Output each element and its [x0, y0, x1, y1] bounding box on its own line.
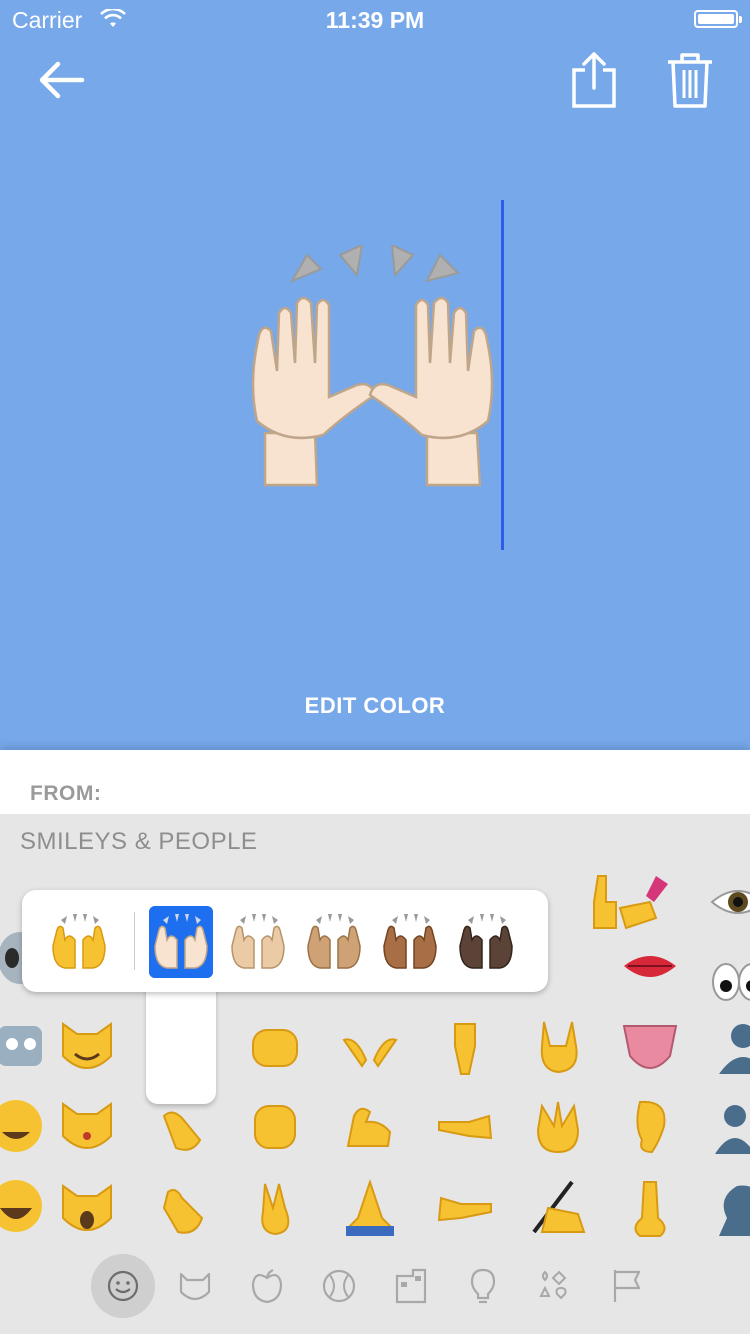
clapping-hands-emoji[interactable] [152, 1096, 212, 1156]
edit-color-button[interactable]: EDIT COLOR [0, 693, 750, 719]
smiley-icon[interactable] [91, 1254, 155, 1318]
variant-medium-light[interactable] [226, 906, 290, 978]
busts-silhouette-emoji[interactable] [713, 1096, 750, 1156]
kissing-cat-emoji[interactable] [57, 1096, 117, 1156]
category-title: SMILEYS & PEOPLE [20, 828, 258, 855]
open-hands-emoji[interactable] [340, 1016, 400, 1076]
pointing-left-emoji[interactable] [435, 1096, 495, 1156]
share-icon[interactable] [568, 50, 620, 110]
status-bar: Carrier 11:39 PM [0, 0, 750, 40]
robot-emoji[interactable] [0, 1016, 50, 1076]
variant-default[interactable] [47, 906, 111, 978]
writing-hand-emoji[interactable] [528, 1178, 588, 1238]
variant-dark[interactable] [454, 906, 518, 978]
nose-emoji[interactable] [620, 1178, 680, 1238]
mouth-emoji[interactable] [620, 936, 680, 996]
raising-hands-emoji [251, 245, 494, 487]
pointing-down-emoji[interactable] [435, 1016, 495, 1076]
folded-hands-emoji[interactable] [340, 1178, 400, 1238]
victory-hand-emoji[interactable] [245, 1178, 305, 1238]
ball-icon[interactable] [307, 1254, 371, 1318]
cat-icon[interactable] [163, 1254, 227, 1318]
vulcan-salute-emoji[interactable] [528, 1096, 588, 1156]
grinning-face-emoji[interactable] [0, 1096, 46, 1156]
from-label: FROM: [30, 782, 102, 805]
flexed-biceps-emoji[interactable] [340, 1096, 400, 1156]
from-row[interactable]: FROM: [0, 750, 750, 814]
flag-icon[interactable] [595, 1254, 659, 1318]
category-tabbar [0, 1254, 750, 1334]
emoji-preview-panel: Carrier 11:39 PM EDIT COLOR [0, 0, 750, 750]
weary-cat-emoji[interactable] [57, 1178, 117, 1238]
fist-emoji[interactable] [245, 1016, 305, 1076]
ear-emoji[interactable] [620, 1096, 680, 1156]
pointing-right-emoji[interactable] [435, 1178, 495, 1238]
pointing-up-emoji[interactable] [576, 872, 636, 932]
battery-icon [694, 10, 742, 28]
speaking-head-emoji[interactable] [713, 1178, 750, 1238]
text-cursor [501, 200, 504, 550]
sign-of-horns-emoji[interactable] [528, 1016, 588, 1076]
bust-silhouette-emoji[interactable] [713, 1016, 750, 1076]
arrow-left-icon[interactable] [34, 56, 88, 104]
trash-icon[interactable] [664, 50, 716, 110]
grinning-cat-emoji[interactable] [57, 1016, 117, 1076]
popup-divider [134, 912, 135, 970]
eye-emoji[interactable] [708, 872, 750, 932]
symbols-icon[interactable] [523, 1254, 587, 1318]
variant-medium[interactable] [302, 906, 366, 978]
eyes-emoji[interactable] [708, 952, 750, 1012]
apple-icon[interactable] [235, 1254, 299, 1318]
raised-fist-emoji[interactable] [245, 1096, 305, 1156]
variant-medium-dark[interactable] [378, 906, 442, 978]
skin-tone-popup-stem [146, 980, 216, 1104]
building-icon[interactable] [379, 1254, 443, 1318]
tongue-emoji[interactable] [620, 1016, 680, 1076]
laughing-face-emoji[interactable] [0, 1176, 46, 1236]
variant-light[interactable] [149, 906, 213, 978]
clock: 11:39 PM [325, 7, 425, 33]
lightbulb-icon[interactable] [451, 1254, 515, 1318]
waving-hand-emoji[interactable] [152, 1178, 212, 1238]
